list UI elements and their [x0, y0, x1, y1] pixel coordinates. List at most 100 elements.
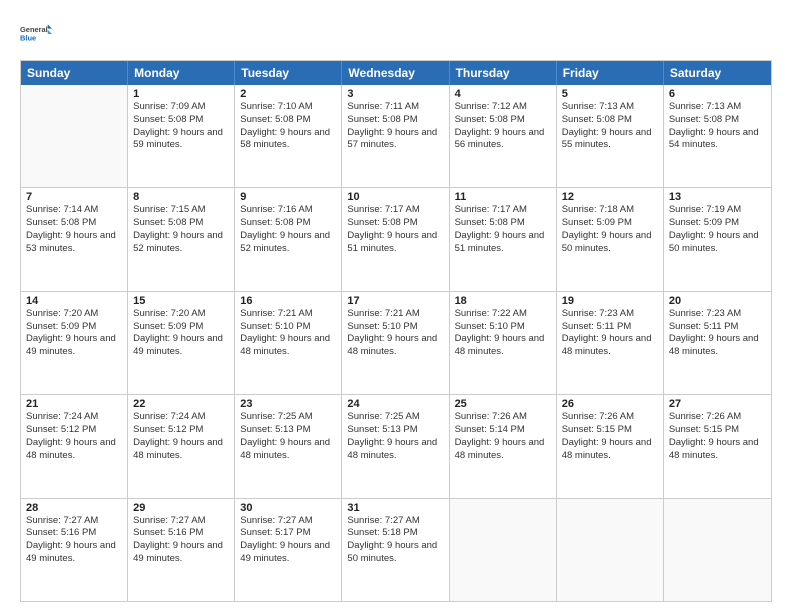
sunset-text: Sunset: 5:11 PM — [669, 321, 766, 334]
daylight-text: Daylight: 9 hours and 49 minutes. — [133, 333, 229, 359]
calendar-day-header: Tuesday — [235, 61, 342, 85]
sunset-text: Sunset: 5:12 PM — [26, 424, 122, 437]
day-number: 29 — [133, 502, 229, 514]
sunset-text: Sunset: 5:10 PM — [455, 321, 551, 334]
calendar-cell: 3 Sunrise: 7:11 AM Sunset: 5:08 PM Dayli… — [342, 85, 449, 187]
sunrise-text: Sunrise: 7:25 AM — [347, 411, 443, 424]
day-number: 19 — [562, 295, 658, 307]
daylight-text: Daylight: 9 hours and 52 minutes. — [240, 230, 336, 256]
sunrise-text: Sunrise: 7:16 AM — [240, 204, 336, 217]
sunrise-text: Sunrise: 7:18 AM — [562, 204, 658, 217]
sunrise-text: Sunrise: 7:20 AM — [26, 308, 122, 321]
sunset-text: Sunset: 5:14 PM — [455, 424, 551, 437]
sunrise-text: Sunrise: 7:09 AM — [133, 101, 229, 114]
sunrise-text: Sunrise: 7:24 AM — [26, 411, 122, 424]
sunset-text: Sunset: 5:10 PM — [347, 321, 443, 334]
calendar-day-header: Monday — [128, 61, 235, 85]
day-number: 16 — [240, 295, 336, 307]
daylight-text: Daylight: 9 hours and 50 minutes. — [562, 230, 658, 256]
svg-text:Blue: Blue — [20, 33, 36, 42]
daylight-text: Daylight: 9 hours and 48 minutes. — [562, 437, 658, 463]
calendar-day-header: Wednesday — [342, 61, 449, 85]
sunrise-text: Sunrise: 7:27 AM — [347, 515, 443, 528]
day-number: 17 — [347, 295, 443, 307]
sunrise-text: Sunrise: 7:27 AM — [240, 515, 336, 528]
sunset-text: Sunset: 5:08 PM — [562, 114, 658, 127]
calendar-cell: 8 Sunrise: 7:15 AM Sunset: 5:08 PM Dayli… — [128, 188, 235, 290]
sunset-text: Sunset: 5:15 PM — [562, 424, 658, 437]
day-number: 22 — [133, 398, 229, 410]
day-number: 23 — [240, 398, 336, 410]
calendar-cell: 19 Sunrise: 7:23 AM Sunset: 5:11 PM Dayl… — [557, 292, 664, 394]
sunset-text: Sunset: 5:12 PM — [133, 424, 229, 437]
sunrise-text: Sunrise: 7:11 AM — [347, 101, 443, 114]
daylight-text: Daylight: 9 hours and 51 minutes. — [347, 230, 443, 256]
calendar-cell: 14 Sunrise: 7:20 AM Sunset: 5:09 PM Dayl… — [21, 292, 128, 394]
calendar-cell: 24 Sunrise: 7:25 AM Sunset: 5:13 PM Dayl… — [342, 395, 449, 497]
sunrise-text: Sunrise: 7:15 AM — [133, 204, 229, 217]
calendar-day-header: Friday — [557, 61, 664, 85]
day-number: 14 — [26, 295, 122, 307]
daylight-text: Daylight: 9 hours and 48 minutes. — [347, 333, 443, 359]
day-number: 21 — [26, 398, 122, 410]
calendar-cell: 12 Sunrise: 7:18 AM Sunset: 5:09 PM Dayl… — [557, 188, 664, 290]
day-number: 30 — [240, 502, 336, 514]
sunset-text: Sunset: 5:08 PM — [26, 217, 122, 230]
sunset-text: Sunset: 5:08 PM — [240, 114, 336, 127]
svg-text:General: General — [20, 25, 48, 34]
sunset-text: Sunset: 5:11 PM — [562, 321, 658, 334]
calendar-cell: 2 Sunrise: 7:10 AM Sunset: 5:08 PM Dayli… — [235, 85, 342, 187]
calendar-cell: 10 Sunrise: 7:17 AM Sunset: 5:08 PM Dayl… — [342, 188, 449, 290]
calendar-cell: 28 Sunrise: 7:27 AM Sunset: 5:16 PM Dayl… — [21, 499, 128, 601]
sunrise-text: Sunrise: 7:19 AM — [669, 204, 766, 217]
day-number: 9 — [240, 191, 336, 203]
daylight-text: Daylight: 9 hours and 48 minutes. — [133, 437, 229, 463]
sunrise-text: Sunrise: 7:14 AM — [26, 204, 122, 217]
calendar-day-header: Sunday — [21, 61, 128, 85]
sunrise-text: Sunrise: 7:17 AM — [455, 204, 551, 217]
sunset-text: Sunset: 5:17 PM — [240, 527, 336, 540]
calendar-cell: 17 Sunrise: 7:21 AM Sunset: 5:10 PM Dayl… — [342, 292, 449, 394]
sunrise-text: Sunrise: 7:13 AM — [562, 101, 658, 114]
daylight-text: Daylight: 9 hours and 48 minutes. — [347, 437, 443, 463]
calendar-day-header: Saturday — [664, 61, 771, 85]
sunrise-text: Sunrise: 7:27 AM — [133, 515, 229, 528]
daylight-text: Daylight: 9 hours and 55 minutes. — [562, 127, 658, 153]
daylight-text: Daylight: 9 hours and 48 minutes. — [240, 437, 336, 463]
sunset-text: Sunset: 5:13 PM — [347, 424, 443, 437]
daylight-text: Daylight: 9 hours and 50 minutes. — [347, 540, 443, 566]
sunset-text: Sunset: 5:09 PM — [562, 217, 658, 230]
day-number: 1 — [133, 88, 229, 100]
day-number: 2 — [240, 88, 336, 100]
calendar-cell: 1 Sunrise: 7:09 AM Sunset: 5:08 PM Dayli… — [128, 85, 235, 187]
day-number: 5 — [562, 88, 658, 100]
calendar-week-row: 21 Sunrise: 7:24 AM Sunset: 5:12 PM Dayl… — [21, 395, 771, 498]
day-number: 7 — [26, 191, 122, 203]
daylight-text: Daylight: 9 hours and 51 minutes. — [455, 230, 551, 256]
sunset-text: Sunset: 5:13 PM — [240, 424, 336, 437]
day-number: 31 — [347, 502, 443, 514]
sunrise-text: Sunrise: 7:26 AM — [669, 411, 766, 424]
day-number: 13 — [669, 191, 766, 203]
sunset-text: Sunset: 5:18 PM — [347, 527, 443, 540]
daylight-text: Daylight: 9 hours and 54 minutes. — [669, 127, 766, 153]
calendar-cell: 26 Sunrise: 7:26 AM Sunset: 5:15 PM Dayl… — [557, 395, 664, 497]
calendar-cell: 16 Sunrise: 7:21 AM Sunset: 5:10 PM Dayl… — [235, 292, 342, 394]
day-number: 8 — [133, 191, 229, 203]
sunset-text: Sunset: 5:09 PM — [133, 321, 229, 334]
sunset-text: Sunset: 5:09 PM — [669, 217, 766, 230]
daylight-text: Daylight: 9 hours and 56 minutes. — [455, 127, 551, 153]
day-number: 4 — [455, 88, 551, 100]
calendar-cell: 4 Sunrise: 7:12 AM Sunset: 5:08 PM Dayli… — [450, 85, 557, 187]
day-number: 25 — [455, 398, 551, 410]
daylight-text: Daylight: 9 hours and 49 minutes. — [26, 540, 122, 566]
daylight-text: Daylight: 9 hours and 48 minutes. — [455, 333, 551, 359]
sunset-text: Sunset: 5:09 PM — [26, 321, 122, 334]
page: General Blue SundayMondayTuesdayWednesda… — [0, 0, 792, 612]
day-number: 26 — [562, 398, 658, 410]
calendar-day-header: Thursday — [450, 61, 557, 85]
calendar-cell: 18 Sunrise: 7:22 AM Sunset: 5:10 PM Dayl… — [450, 292, 557, 394]
day-number: 11 — [455, 191, 551, 203]
sunrise-text: Sunrise: 7:17 AM — [347, 204, 443, 217]
calendar-cell: 21 Sunrise: 7:24 AM Sunset: 5:12 PM Dayl… — [21, 395, 128, 497]
